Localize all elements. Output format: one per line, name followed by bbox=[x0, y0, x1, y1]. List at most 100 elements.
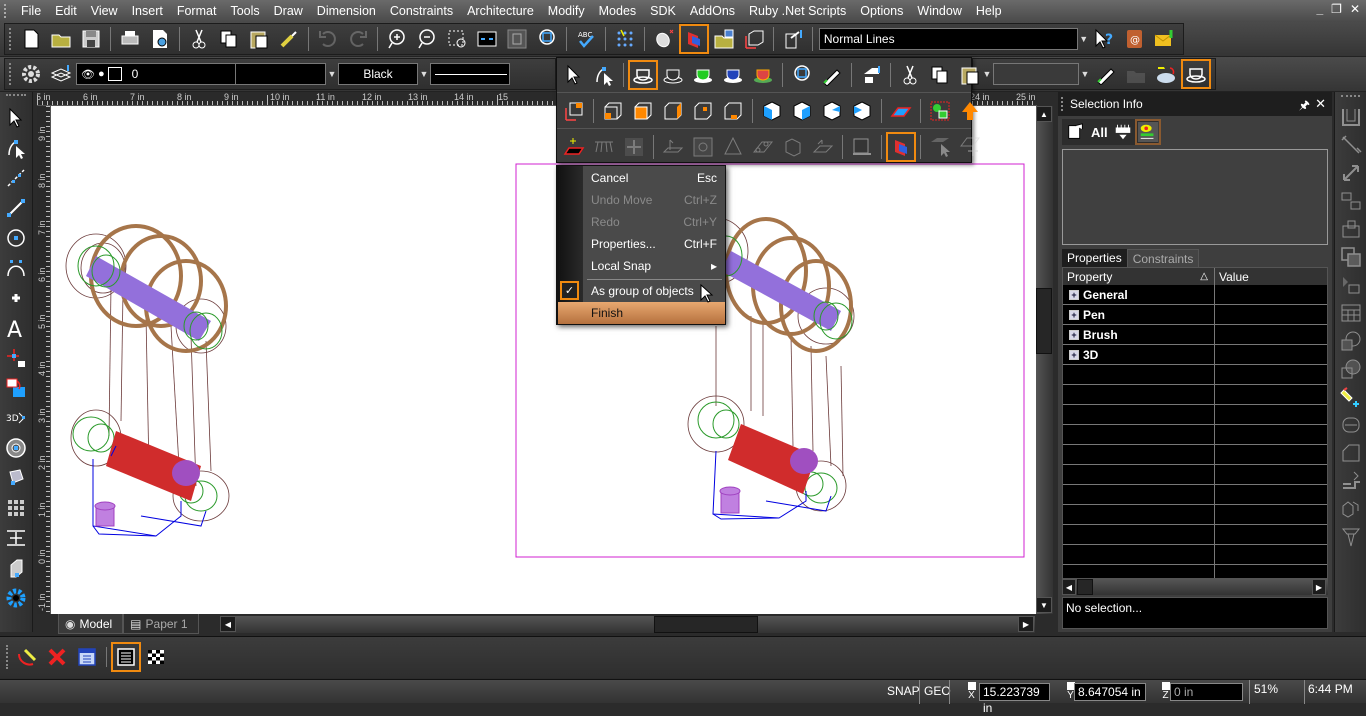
scale-3d-icon[interactable] bbox=[811, 135, 835, 159]
3d-ucs-icon[interactable] bbox=[562, 99, 586, 123]
y-coordinate-field[interactable]: 8.647054 in bbox=[1074, 683, 1146, 701]
teacup-icon[interactable] bbox=[1181, 59, 1211, 89]
layer-dropdown-ext[interactable] bbox=[236, 63, 326, 85]
grid-scroll-thumb[interactable] bbox=[1077, 579, 1093, 595]
gear-icon[interactable] bbox=[19, 62, 43, 86]
print-preview-icon[interactable] bbox=[148, 27, 172, 51]
z-coordinate-field[interactable]: 0 in bbox=[1170, 683, 1243, 701]
select-3d-icon[interactable] bbox=[928, 135, 952, 159]
cone-3d-icon[interactable] bbox=[721, 135, 745, 159]
offset-icon[interactable] bbox=[1339, 105, 1363, 129]
selection-list[interactable] bbox=[1062, 149, 1328, 245]
open-drawing-icon[interactable] bbox=[712, 27, 736, 51]
select-arrow-icon[interactable] bbox=[4, 106, 28, 130]
menu-item-properties[interactable]: Properties... Ctrl+F bbox=[583, 233, 725, 255]
zoom-selection-icon[interactable] bbox=[535, 27, 559, 51]
close-button[interactable]: ✕ bbox=[1350, 2, 1360, 16]
menu-item-undo-move[interactable]: Undo Move Ctrl+Z bbox=[583, 189, 725, 211]
tab-properties[interactable]: Properties bbox=[1062, 249, 1127, 267]
property-group-row[interactable]: + General bbox=[1063, 285, 1327, 305]
3d-view-icon[interactable] bbox=[742, 27, 766, 51]
lock-icon[interactable]: ● bbox=[98, 68, 105, 80]
fill-hatch-icon[interactable] bbox=[4, 376, 28, 400]
settings-gear-icon[interactable] bbox=[4, 586, 28, 610]
expand-icon[interactable]: + bbox=[1069, 349, 1079, 360]
iso-view-3-icon[interactable] bbox=[820, 99, 844, 123]
copy-icon[interactable] bbox=[217, 27, 241, 51]
3d-sphere-icon[interactable] bbox=[4, 436, 28, 460]
menu-options[interactable]: Options bbox=[853, 0, 910, 22]
point-icon[interactable] bbox=[4, 286, 28, 310]
format-painter-icon[interactable] bbox=[277, 27, 301, 51]
layers-icon[interactable] bbox=[49, 62, 73, 86]
send-mail-icon[interactable] bbox=[1152, 27, 1176, 51]
filter-icon[interactable] bbox=[1113, 122, 1133, 142]
menu-constraints[interactable]: Constraints bbox=[383, 0, 460, 22]
arc-icon[interactable] bbox=[4, 256, 28, 280]
address-book-icon[interactable]: @ bbox=[1122, 27, 1146, 51]
boolean-union-icon[interactable] bbox=[1339, 245, 1363, 269]
zoom-out-icon[interactable] bbox=[415, 27, 439, 51]
horizontal-scrollbar[interactable]: ◀ ▶ bbox=[220, 616, 1035, 633]
edit-nodes-icon[interactable] bbox=[4, 136, 28, 160]
hidden-line-cup-icon[interactable] bbox=[661, 63, 685, 87]
text-icon[interactable]: A bbox=[4, 316, 28, 340]
close-panel-icon[interactable]: ✕ bbox=[1315, 96, 1326, 112]
iso-view-1-icon[interactable] bbox=[760, 99, 784, 123]
menu-window[interactable]: Window bbox=[910, 0, 968, 22]
fillet-icon[interactable] bbox=[1339, 413, 1363, 437]
box-3d-icon[interactable] bbox=[781, 135, 805, 159]
property-group-row[interactable]: + Brush bbox=[1063, 325, 1327, 345]
paste-icon[interactable] bbox=[958, 63, 982, 87]
table-icon[interactable] bbox=[1339, 301, 1363, 325]
x-coordinate-field[interactable]: 15.223739 in bbox=[979, 683, 1050, 715]
array-copy-icon[interactable] bbox=[1339, 189, 1363, 213]
z-lock-checkbox[interactable]: Z bbox=[1161, 682, 1170, 701]
insert-block-icon[interactable] bbox=[1339, 273, 1363, 297]
menu-dimension[interactable]: Dimension bbox=[310, 0, 383, 22]
help-pointer-icon[interactable]: ? bbox=[1092, 27, 1116, 51]
menu-sdk[interactable]: SDK bbox=[643, 0, 683, 22]
visibility-filter-icon[interactable] bbox=[1134, 119, 1161, 145]
value-column-header[interactable]: Value bbox=[1215, 268, 1327, 285]
frame-3d-icon[interactable] bbox=[691, 135, 715, 159]
shaded-green-cup-icon[interactable] bbox=[691, 63, 715, 87]
menu-modes[interactable]: Modes bbox=[592, 0, 644, 22]
zoom-page-icon[interactable] bbox=[505, 27, 529, 51]
menu-ruby-net-scripts[interactable]: Ruby .Net Scripts bbox=[742, 0, 853, 22]
light-plane-icon[interactable] bbox=[562, 135, 586, 159]
shaded-blue-cup-icon[interactable] bbox=[721, 63, 745, 87]
color-dropdown-arrow[interactable]: ▼ bbox=[418, 63, 430, 85]
smart-mouse-icon[interactable] bbox=[652, 27, 676, 51]
print-icon[interactable] bbox=[118, 27, 142, 51]
line-icon[interactable] bbox=[4, 196, 28, 220]
menu-item-cancel[interactable]: Cancel Esc bbox=[583, 167, 725, 189]
stretch-icon[interactable] bbox=[1339, 161, 1363, 185]
zoom-extents-icon[interactable] bbox=[475, 27, 499, 51]
rotate-block-icon[interactable] bbox=[1339, 217, 1363, 241]
chamfer-icon[interactable] bbox=[1339, 441, 1363, 465]
checkered-flag-icon[interactable] bbox=[144, 645, 168, 669]
linetype-dropdown[interactable] bbox=[430, 63, 510, 85]
menu-grip[interactable] bbox=[4, 4, 8, 18]
rendered-cup-icon[interactable] bbox=[751, 63, 775, 87]
delete-icon[interactable] bbox=[45, 645, 69, 669]
extrude-3d-icon[interactable] bbox=[661, 135, 685, 159]
snap-toggle[interactable]: SNAP bbox=[887, 684, 920, 698]
toolbar-grip[interactable] bbox=[9, 28, 12, 50]
3d-section-active-icon[interactable] bbox=[886, 131, 916, 162]
line-style-dropdown[interactable]: Normal Lines bbox=[818, 28, 1079, 50]
3d-profile-icon[interactable]: 3D bbox=[4, 406, 28, 430]
x-lock-checkbox[interactable]: X bbox=[967, 682, 976, 701]
tools-dropdown-arrow-2[interactable]: ▼ bbox=[1079, 63, 1091, 85]
line-style-dropdown-arrow[interactable]: ▼ bbox=[1078, 28, 1089, 50]
menu-tools[interactable]: Tools bbox=[223, 0, 266, 22]
dimension-lock-icon[interactable] bbox=[4, 346, 28, 370]
import-export-icon[interactable] bbox=[781, 27, 805, 51]
property-column-header[interactable]: Property △ bbox=[1063, 268, 1215, 285]
trim-icon[interactable] bbox=[1339, 133, 1363, 157]
scroll-right-button[interactable]: ▶ bbox=[1018, 616, 1034, 632]
paste-icon[interactable] bbox=[247, 27, 271, 51]
open-folder-icon[interactable] bbox=[49, 27, 73, 51]
menu-draw[interactable]: Draw bbox=[267, 0, 310, 22]
